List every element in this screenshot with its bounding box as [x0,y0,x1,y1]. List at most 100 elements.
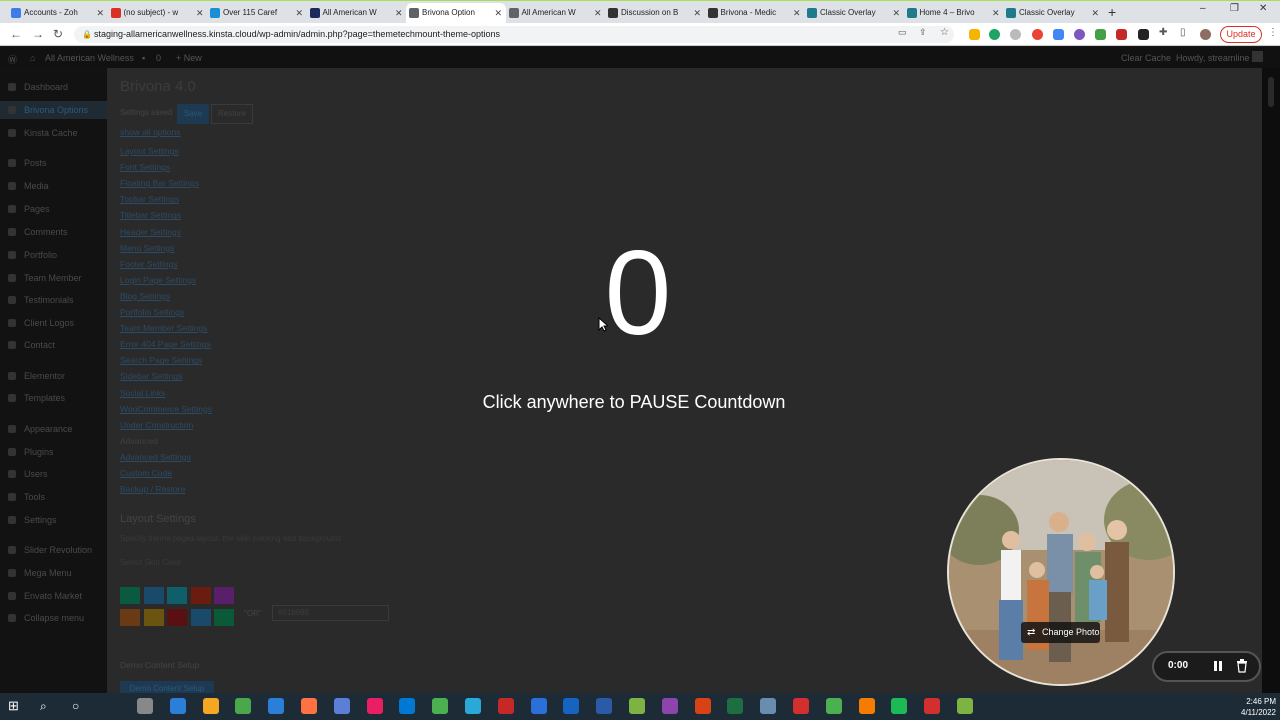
trash-icon[interactable] [1236,659,1248,673]
tab-close-icon[interactable]: ✕ [992,3,1000,23]
color-hex-input[interactable]: #01b985 [272,605,389,621]
extension-icon[interactable] [969,29,980,40]
skin-color-swatch[interactable] [120,587,140,604]
extension-icon[interactable] [1116,29,1127,40]
option-section-link[interactable]: Portfolio Settings [120,307,184,317]
new-tab-button[interactable]: + [1108,4,1116,20]
browser-tab[interactable]: Discussion on B ✕ [605,3,705,23]
taskbar-app-icon[interactable] [563,698,580,714]
sidebar-item[interactable]: Templates [0,389,107,407]
taskbar-app-icon[interactable] [793,698,809,714]
share-icon[interactable]: ⇪ [919,27,927,38]
windows-start-icon[interactable]: ⊞ [8,698,24,714]
taskbar-app-icon[interactable] [727,698,744,714]
pause-icon[interactable] [1212,660,1224,672]
option-section-link[interactable]: Blog Settings [120,291,170,301]
tab-close-icon[interactable]: ✕ [793,3,801,23]
taskbar-app-icon[interactable] [858,698,875,714]
browser-tab[interactable]: All American W ✕ [307,3,407,23]
taskbar-app-icon[interactable] [301,698,317,714]
comments-icon[interactable]: ▪ [142,53,145,63]
site-name-link[interactable]: All American Wellness [45,53,134,63]
browser-tab[interactable]: All American W ✕ [506,3,606,23]
forward-icon[interactable]: → [32,27,44,41]
skin-color-swatch[interactable] [190,609,211,626]
taskbar-app-icon[interactable] [957,698,973,714]
extension-icon[interactable] [1138,29,1149,40]
taskbar-app-icon[interactable] [235,698,252,714]
user-avatar[interactable] [1252,51,1263,62]
tab-close-icon[interactable]: ✕ [295,3,303,23]
option-section-link[interactable]: Topbar Settings [120,194,179,204]
browser-tab[interactable]: Brivona Option ✕ [406,3,506,23]
option-section-link[interactable]: Menu Settings [120,243,174,253]
tab-close-icon[interactable]: ✕ [494,3,502,23]
option-section-link[interactable]: Advanced Settings [120,452,191,462]
skin-color-swatch[interactable] [190,587,211,604]
browser-tab[interactable]: Brivona - Medic ✕ [705,3,805,23]
option-section-link[interactable]: Titlebar Settings [120,210,181,220]
option-section-link[interactable]: Floating Bar Settings [120,178,199,188]
tab-close-icon[interactable]: ✕ [395,3,403,23]
more-menu-icon[interactable]: ⋮ [1268,27,1278,38]
taskbar-clock[interactable]: 2:46 PM 4/11/2022 [1232,696,1276,718]
sidebar-item[interactable]: Plugins [0,443,107,461]
sidebar-item[interactable]: Envato Market [0,587,107,605]
taskbar-app-icon[interactable] [825,698,842,714]
new-content-link[interactable]: + New [176,53,202,63]
sidebar-item[interactable]: Dashboard [0,78,107,96]
option-section-link[interactable]: Layout Settings [120,146,179,156]
sidebar-item[interactable]: Mega Menu [0,564,107,582]
option-section-link[interactable]: Backup / Restore [120,484,185,494]
taskbar-app-icon[interactable] [760,698,777,714]
maximize-icon[interactable]: ❐ [1230,3,1239,14]
sidebar-item[interactable]: Slider Revolution [0,541,107,559]
option-section-link[interactable]: Custom Code [120,468,172,478]
option-section-link[interactable]: Footer Settings [120,259,178,269]
sidebar-item[interactable]: Elementor [0,367,107,385]
taskbar-app-icon[interactable] [629,698,645,714]
sidebar-item[interactable]: Users [0,465,107,483]
skin-color-swatch[interactable] [143,609,164,626]
taskbar-app-icon[interactable] [366,698,383,714]
sidebar-item[interactable]: Collapse menu [0,609,107,627]
sidebar-item[interactable]: Posts [0,154,107,172]
taskbar-app-icon[interactable] [891,698,908,714]
update-button[interactable]: Update [1220,26,1262,43]
sidebar-item[interactable]: Testimonials [0,291,107,309]
browser-tab[interactable]: Classic Overlay ✕ [804,3,904,23]
extension-icon[interactable] [1074,29,1085,40]
extensions-puzzle-icon[interactable]: ✚ [1159,27,1167,38]
taskbar-app-icon[interactable] [202,698,219,714]
option-section-link[interactable]: Under Construction [120,420,193,430]
taskbar-app-icon[interactable] [924,698,941,714]
close-window-icon[interactable]: ✕ [1259,3,1267,14]
back-icon[interactable]: ← [10,27,22,41]
save-button[interactable]: Save [177,104,209,124]
webcam-photo-bubble[interactable] [947,458,1175,686]
howdy-user-link[interactable]: Howdy, streamline [1176,53,1249,63]
browser-tab[interactable]: Over 115 Caref ✕ [207,3,307,23]
bookmark-star-icon[interactable]: ☆ [940,27,949,38]
tab-close-icon[interactable]: ✕ [96,3,104,23]
sidebar-item[interactable]: Portfolio [0,246,107,264]
option-section-link[interactable]: Search Page Settings [120,355,202,365]
page-scrollbar[interactable] [1262,68,1280,693]
wordpress-logo-icon[interactable]: Ⓦ [8,53,17,66]
sidebar-item[interactable]: Team Member [0,269,107,287]
sidebar-item[interactable]: Media [0,177,107,195]
sidebar-item[interactable]: Comments [0,223,107,241]
countdown-pause-message[interactable]: Click anywhere to PAUSE Countdown [434,392,834,413]
browser-tab[interactable]: Classic Overlay ✕ [1003,3,1103,23]
clear-cache-link[interactable]: Clear Cache [1121,53,1171,63]
taskbar-app-icon[interactable] [399,698,416,714]
tab-close-icon[interactable]: ✕ [594,3,602,23]
minimize-icon[interactable]: – [1200,3,1206,14]
profile-avatar[interactable] [1200,29,1211,40]
option-section-link[interactable]: Font Settings [120,162,170,172]
skin-color-swatch[interactable] [214,587,234,604]
tab-close-icon[interactable]: ✕ [693,3,701,23]
browser-tab[interactable]: Accounts - Zoh ✕ [8,3,108,23]
sidebar-item[interactable]: Settings [0,511,107,529]
taskbar-app-icon[interactable] [596,698,613,714]
